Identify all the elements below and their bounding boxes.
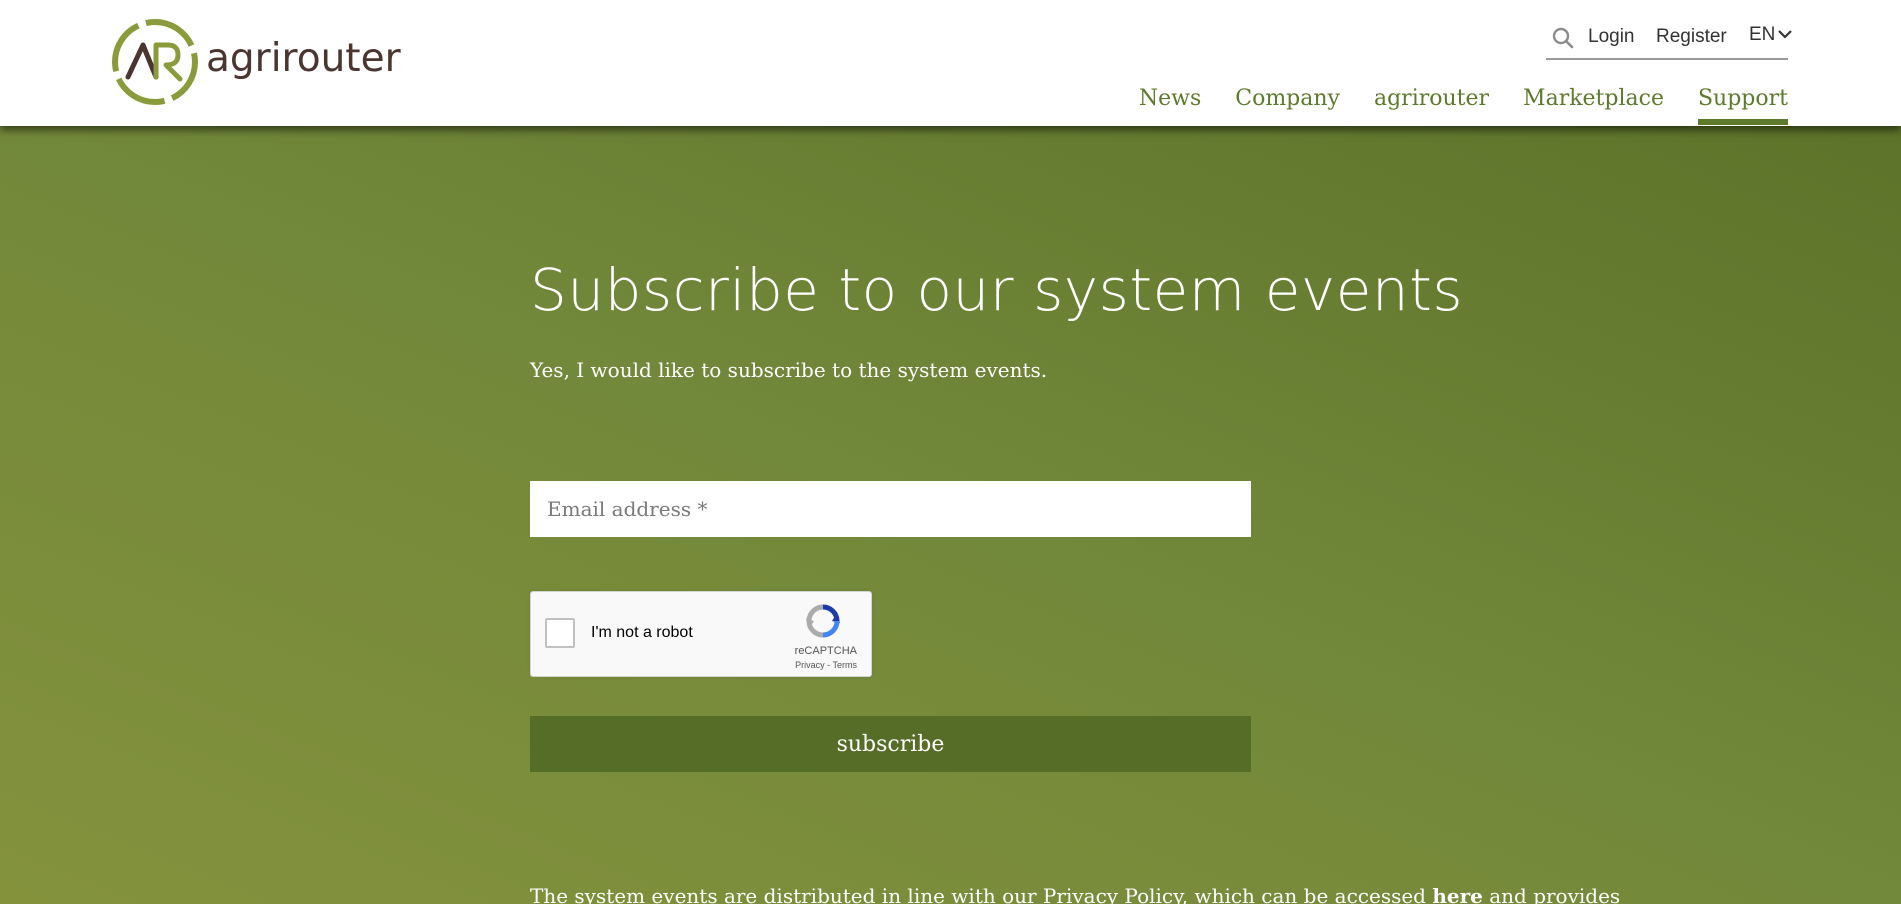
search-icon[interactable] xyxy=(1552,27,1574,55)
logo-wordmark: agrirouter xyxy=(206,35,401,81)
footnote-text-after: and provides xyxy=(1482,884,1621,908)
recaptcha-icon xyxy=(806,604,840,643)
recaptcha-widget: I'm not a robot reCAPTCHA Privacy - Term… xyxy=(530,591,872,677)
recaptcha-terms-link[interactable]: Terms xyxy=(833,660,858,670)
recaptcha-links: Privacy - Terms xyxy=(795,660,857,670)
page-subtitle: Yes, I would like to subscribe to the sy… xyxy=(530,358,1048,382)
utility-nav: Login Register EN xyxy=(1546,20,1793,60)
nav-item-agrirouter[interactable]: agrirouter xyxy=(1374,86,1489,111)
recaptcha-checkbox[interactable] xyxy=(545,618,575,648)
login-link[interactable]: Login xyxy=(1588,26,1635,48)
footnote-text-before: The system events are distributed in lin… xyxy=(530,884,1433,908)
nav-item-marketplace[interactable]: Marketplace xyxy=(1523,86,1664,111)
subscribe-button[interactable]: subscribe xyxy=(530,716,1251,772)
recaptcha-privacy-link[interactable]: Privacy xyxy=(795,660,825,670)
agrirouter-logo-mark xyxy=(112,19,198,105)
nav-item-company[interactable]: Company xyxy=(1235,86,1340,111)
email-field[interactable] xyxy=(530,481,1251,537)
main-nav: News Company agrirouter Marketplace Supp… xyxy=(1139,86,1789,125)
nav-item-news[interactable]: News xyxy=(1139,86,1201,111)
language-selector[interactable]: EN xyxy=(1749,24,1793,46)
page-title: Subscribe to our system events xyxy=(530,256,1464,324)
privacy-footnote: The system events are distributed in lin… xyxy=(530,884,1620,908)
subscribe-section: Subscribe to our system events Yes, I wo… xyxy=(0,126,1901,908)
nav-item-support[interactable]: Support xyxy=(1697,86,1789,125)
privacy-here-link[interactable]: here xyxy=(1432,884,1483,908)
recaptcha-separator: - xyxy=(824,660,833,670)
chevron-down-icon xyxy=(1778,30,1793,39)
site-header: agrirouter Login Register EN News Compan… xyxy=(0,0,1901,126)
recaptcha-brand: reCAPTCHA xyxy=(794,645,857,657)
language-label: EN xyxy=(1749,24,1776,45)
agrirouter-logo[interactable]: agrirouter xyxy=(110,17,401,107)
register-link[interactable]: Register xyxy=(1656,26,1727,48)
recaptcha-label: I'm not a robot xyxy=(591,624,693,641)
